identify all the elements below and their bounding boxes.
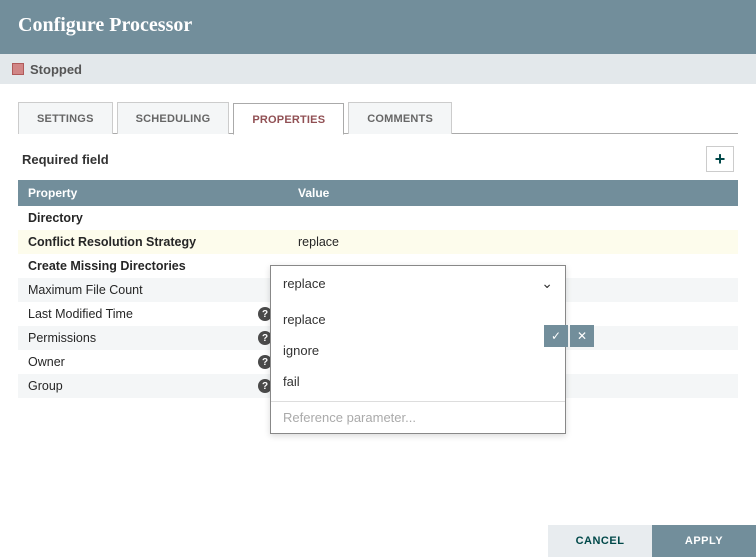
prop-name: Owner [28, 355, 65, 369]
chevron-down-icon: ⌄ [541, 275, 553, 292]
close-icon: ✕ [577, 329, 587, 343]
tab-scheduling[interactable]: SCHEDULING [117, 102, 230, 134]
tabs: SETTINGS SCHEDULING PROPERTIES COMMENTS [18, 102, 738, 134]
dropdown-options: replace ignore fail [271, 300, 565, 401]
cancel-button[interactable]: CANCEL [548, 525, 652, 557]
dropdown-reference-parameter[interactable]: Reference parameter... [271, 401, 565, 433]
dialog-footer: CANCEL APPLY [548, 525, 756, 557]
dialog-header: Configure Processor [0, 0, 756, 54]
apply-button[interactable]: APPLY [652, 525, 756, 557]
prop-name: Directory [28, 211, 83, 225]
dropdown-box: replace ⌄ replace ignore fail Reference … [270, 265, 566, 434]
plus-icon: + [715, 150, 726, 168]
table-row[interactable]: Directory [18, 206, 738, 230]
table-row[interactable]: Conflict Resolution Strategy replace [18, 230, 738, 254]
tab-properties[interactable]: PROPERTIES [233, 103, 344, 135]
prop-name: Maximum File Count [28, 283, 143, 297]
prop-name: Permissions [28, 331, 96, 345]
status-label: Stopped [30, 62, 82, 77]
stopped-icon [12, 63, 24, 75]
content-area: SETTINGS SCHEDULING PROPERTIES COMMENTS … [0, 84, 756, 398]
dropdown-ok-button[interactable]: ✓ [544, 325, 568, 347]
add-property-button[interactable]: + [706, 146, 734, 172]
check-icon: ✓ [551, 329, 561, 343]
required-field-label: Required field [22, 152, 109, 167]
dropdown-selected-label: replace [283, 276, 326, 291]
prop-value: replace [298, 235, 339, 249]
tab-comments[interactable]: COMMENTS [348, 102, 452, 134]
col-header-value: Value [288, 180, 738, 206]
dropdown-option[interactable]: fail [271, 366, 565, 397]
tab-settings[interactable]: SETTINGS [18, 102, 113, 134]
value-dropdown: replace ⌄ replace ignore fail Reference … [270, 265, 566, 434]
dropdown-selected[interactable]: replace ⌄ [271, 266, 565, 300]
prop-name: Conflict Resolution Strategy [28, 235, 196, 249]
prop-name: Create Missing Directories [28, 259, 186, 273]
dialog-title: Configure Processor [18, 14, 192, 37]
col-header-property: Property [18, 180, 288, 206]
dropdown-option[interactable]: ignore [271, 335, 565, 366]
prop-name: Group [28, 379, 63, 393]
dropdown-actions: ✓ ✕ [544, 325, 594, 347]
status-bar: Stopped [0, 54, 756, 84]
prop-name: Last Modified Time [28, 307, 133, 321]
section-subheader: Required field + [18, 134, 738, 180]
dropdown-cancel-button[interactable]: ✕ [570, 325, 594, 347]
dropdown-option[interactable]: replace [271, 304, 565, 335]
